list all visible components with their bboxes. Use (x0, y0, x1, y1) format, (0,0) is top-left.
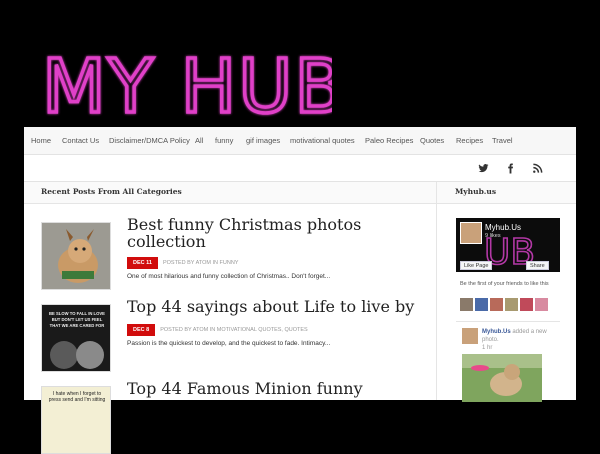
feed-post-avatar[interactable] (462, 328, 478, 344)
post-title[interactable]: Best funny Christmas photos collection (127, 216, 427, 250)
facebook-page-avatar[interactable] (460, 222, 482, 244)
facebook-icon[interactable] (497, 155, 523, 181)
recent-posts-title: Recent Posts From All Categories (41, 187, 182, 196)
main-navigation: Home Contact Us Disclaimer/DMCA Policy A… (24, 127, 576, 155)
feed-post-text: Myhub.Us added a new photo. 1 hr (482, 328, 560, 352)
facebook-page-widget[interactable]: UB Myhub.Us 9 likes Like Page Share (456, 218, 560, 272)
feed-post-photo[interactable] (462, 354, 542, 402)
post-thumbnail[interactable]: BE SLOW TO FALL IN LOVE BUT DON'T LET US… (41, 304, 111, 372)
nav-item-paleo-recipes[interactable]: Paleo Recipes (365, 136, 413, 145)
facebook-like-label: Like Page (464, 263, 489, 269)
nav-item-home[interactable]: Home (31, 136, 51, 145)
svg-text:press send and I'm sitting: press send and I'm sitting (49, 397, 106, 403)
facebook-share-button[interactable]: Share (526, 261, 549, 270)
friend-avatar[interactable] (535, 298, 548, 311)
friend-avatar[interactable] (460, 298, 473, 311)
nav-item-contact-us[interactable]: Contact Us (62, 136, 99, 145)
facebook-like-button[interactable]: Like Page (460, 261, 493, 270)
site-header: MY HUB (0, 0, 600, 127)
section-header-bar: Recent Posts From All Categories Myhub.u… (24, 182, 576, 204)
post-thumbnail[interactable]: I hate when I forget to press send and I… (41, 386, 111, 454)
post-title[interactable]: Top 44 Famous Minion funny (127, 380, 427, 397)
site-logo-text: MY HUB (42, 54, 332, 118)
site-logo[interactable]: MY HUB (42, 54, 332, 118)
post-author-category: POSTED BY ATOM IN FUNNY (162, 259, 239, 266)
nav-item-all[interactable]: All (195, 136, 203, 145)
friend-avatar[interactable] (505, 298, 518, 311)
friend-avatar[interactable] (520, 298, 533, 311)
post-excerpt: Passion is the quickest to develop, and … (127, 340, 331, 347)
page-container: Home Contact Us Disclaimer/DMCA Policy A… (24, 127, 576, 454)
feed-post-author[interactable]: Myhub.Us (482, 329, 511, 335)
facebook-share-label: Share (530, 263, 545, 269)
date-badge: DEC 11 (127, 256, 158, 269)
post-excerpt: One of most hilarious and funny collecti… (127, 273, 331, 280)
facebook-page-likes: 9 likes (485, 233, 501, 239)
post-meta: DEC 11 POSTED BY ATOM IN FUNNY (127, 254, 238, 272)
svg-text:BUT DON'T LET US FEEL: BUT DON'T LET US FEEL (52, 317, 103, 322)
nav-item-travel[interactable]: Travel (492, 136, 513, 145)
facebook-page-name[interactable]: Myhub.Us (485, 223, 521, 232)
rss-icon[interactable] (524, 155, 550, 181)
post-meta: DEC 8 POSTED BY ATOM IN MOTIVATIONAL QUOT… (127, 321, 308, 339)
date-badge: DEC 8 (127, 323, 156, 336)
post-author-category: POSTED BY ATOM IN MOTIVATIONAL QUOTES, Q… (160, 326, 308, 333)
sidebar-title: Myhub.us (455, 187, 497, 196)
svg-text:THAT WE ARE CARED FOR: THAT WE ARE CARED FOR (50, 323, 105, 328)
svg-text:BE SLOW TO FALL IN LOVE: BE SLOW TO FALL IN LOVE (49, 311, 105, 316)
feed-post-time: 1 hr (482, 345, 493, 351)
twitter-icon[interactable] (470, 155, 496, 181)
nav-item-funny[interactable]: funny (215, 136, 233, 145)
friend-avatar[interactable] (475, 298, 488, 311)
friend-avatar[interactable] (490, 298, 503, 311)
nav-item-quotes[interactable]: Quotes (420, 136, 444, 145)
facebook-feed-post: Myhub.Us added a new photo. 1 hr (456, 321, 560, 402)
nav-item-motivational-quotes[interactable]: motivational quotes (290, 136, 355, 145)
sidebar-divider (436, 182, 437, 400)
post-thumbnail[interactable] (41, 222, 111, 290)
nav-item-disclaimer[interactable]: Disclaimer/DMCA Policy (109, 136, 190, 145)
post-title[interactable]: Top 44 sayings about Life to live by (127, 298, 427, 315)
facebook-friends-text: Be the first of your friends to like thi… (460, 281, 549, 287)
nav-item-gif-images[interactable]: gif images (246, 136, 280, 145)
nav-item-recipes[interactable]: Recipes (456, 136, 483, 145)
